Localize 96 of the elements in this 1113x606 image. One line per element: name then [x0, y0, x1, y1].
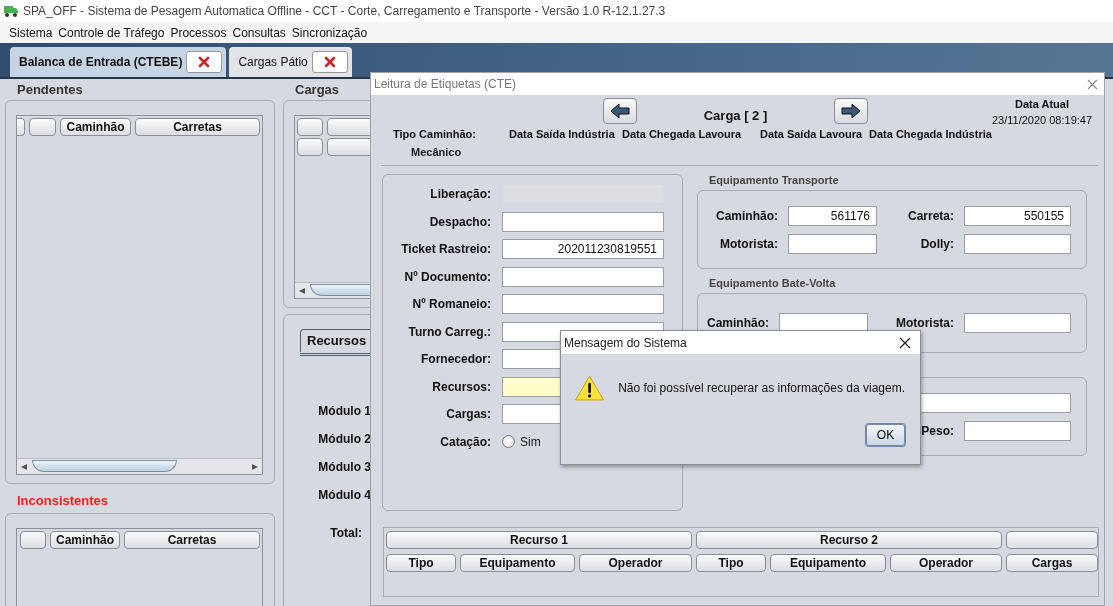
tab[interactable]: Cargas Pátio: [229, 47, 352, 77]
scroll-left-icon: [20, 462, 28, 471]
column-header[interactable]: Caminhão: [50, 531, 120, 549]
input-field[interactable]: [964, 233, 1071, 254]
field-label: Caminhão:: [716, 207, 778, 225]
input-field[interactable]: [502, 294, 664, 314]
close-icon: [899, 336, 911, 349]
column-header[interactable]: Cargas: [1006, 554, 1098, 572]
close-icon: [1087, 78, 1098, 90]
field-label: Módulo 4: [317, 488, 371, 503]
column-header[interactable]: Operador: [890, 554, 1002, 572]
field-label: Data Chegada Indústria: [869, 128, 993, 140]
right-arrow-icon: [841, 103, 861, 119]
field-label: Recursos:: [431, 378, 491, 396]
column-header[interactable]: Caminhão: [60, 118, 131, 136]
field-value: Mecânico: [410, 146, 463, 160]
column-header[interactable]: Tipo: [386, 554, 456, 572]
field-label: Data Saída Lavoura: [760, 128, 864, 140]
menu-item[interactable]: Consultas: [229, 25, 289, 40]
column-header[interactable]: [29, 118, 56, 136]
column-header[interactable]: Operador: [579, 554, 692, 572]
tab[interactable]: Balanca de Entrada (CTEBE): [10, 47, 227, 77]
field-label: Dolly:: [920, 235, 954, 253]
field-label: Cargas:: [445, 406, 491, 423]
field-label: Nº Documento:: [403, 268, 491, 286]
load-title: Carga [ 2 ]: [702, 107, 769, 123]
field-label: Caminhão:: [707, 315, 769, 332]
tab-label[interactable]: Cargas Pátio: [238, 55, 308, 69]
field-label: Motorista:: [896, 315, 954, 332]
date-value: 23/11/2020 08:19:47: [990, 114, 1094, 126]
menu-item[interactable]: Sincronização: [288, 25, 371, 40]
input-field[interactable]: [502, 211, 664, 232]
field-label: Data Chegada Lavoura: [622, 128, 743, 140]
section-title: Pendentes: [16, 81, 84, 99]
section-title: Cargas: [294, 81, 340, 99]
field-label: Fornecedor:: [420, 351, 491, 368]
field-label: Nº Romaneio:: [411, 296, 491, 313]
column-header[interactable]: Equipamento: [770, 554, 886, 572]
section-title: Equipamento Transporte: [708, 174, 840, 188]
column-header[interactable]: [17, 118, 25, 136]
column-group-header[interactable]: Recurso 2: [696, 531, 1002, 549]
scrollbar[interactable]: [17, 458, 262, 474]
menu-item[interactable]: Controle de Tráfego: [55, 25, 168, 40]
input-field[interactable]: [779, 313, 868, 333]
window-title: SPA_OFF - Sistema de Pesagem Automatica Offline - CCT - Corte, Carregamento e Transporte - Versão 1.0 R-12.1.27.3: [23, 4, 666, 18]
menu-item[interactable]: Processos: [167, 25, 230, 40]
dialog-title: Mensagem do Sistema: [564, 335, 688, 350]
input-field[interactable]: 202011230819551: [502, 239, 664, 259]
field-label: Data Saída Indústria: [509, 128, 616, 140]
window-title: Leitura de Etiquetas (CTE): [374, 77, 518, 91]
field-label: Liberação:: [429, 186, 491, 203]
column-header[interactable]: [20, 531, 46, 549]
ok-button[interactable]: OK: [866, 424, 905, 446]
column-header[interactable]: [297, 118, 323, 136]
scroll-right-icon: [251, 462, 259, 471]
left-arrow-icon: [610, 103, 630, 119]
field-label: Tipo Caminhão:: [393, 128, 477, 140]
field-label: Ticket Rastreio:: [400, 241, 491, 258]
field-label: Módulo 2: [317, 432, 371, 447]
scroll-thumb[interactable]: [32, 460, 177, 472]
field-label: Motorista:: [720, 235, 778, 253]
field-label: Total:: [329, 526, 362, 540]
field-label: Catação:: [439, 433, 491, 451]
radio-button[interactable]: [502, 435, 515, 448]
input-field[interactable]: [502, 266, 664, 287]
section-title: Inconsistentes: [16, 492, 110, 510]
previous-button[interactable]: [603, 98, 637, 124]
scroll-left-icon: [298, 286, 306, 295]
dialog-message: Não foi possível recuperar as informações da viagem.: [618, 381, 905, 395]
menu-item[interactable]: Sistema: [6, 25, 56, 40]
field-label: Data Atual: [1014, 98, 1070, 110]
close-icon: [323, 56, 336, 68]
next-button[interactable]: [834, 98, 868, 124]
column-header[interactable]: [297, 138, 323, 156]
field-label: Peso:: [921, 422, 954, 440]
close-icon: [198, 56, 211, 68]
column-header[interactable]: Carretas: [135, 118, 260, 136]
input-field[interactable]: 550155: [964, 205, 1071, 226]
field-label: Turno Carreg.:: [407, 323, 491, 341]
column-group-header[interactable]: [1006, 531, 1098, 549]
column-header[interactable]: Tipo: [696, 554, 766, 572]
field-label: Carreta:: [907, 207, 954, 225]
truck-icon: [4, 5, 18, 17]
input-field[interactable]: 561176: [788, 205, 877, 226]
field-label: Despacho:: [428, 213, 491, 231]
tab-label[interactable]: Balanca de Entrada (CTEBE): [19, 55, 183, 69]
input-field[interactable]: [964, 420, 1071, 441]
column-header[interactable]: Carretas: [124, 531, 260, 549]
input-field[interactable]: [964, 313, 1071, 333]
section-title: Equipamento Bate-Volta: [708, 277, 837, 291]
field-label: Módulo 3: [317, 460, 371, 475]
input-field[interactable]: [788, 233, 877, 254]
column-group-header[interactable]: Recurso 1: [386, 531, 692, 549]
column-header[interactable]: Equipamento: [460, 554, 575, 572]
field-label: Módulo 1: [317, 404, 371, 419]
radio-label[interactable]: Sim: [520, 434, 541, 449]
